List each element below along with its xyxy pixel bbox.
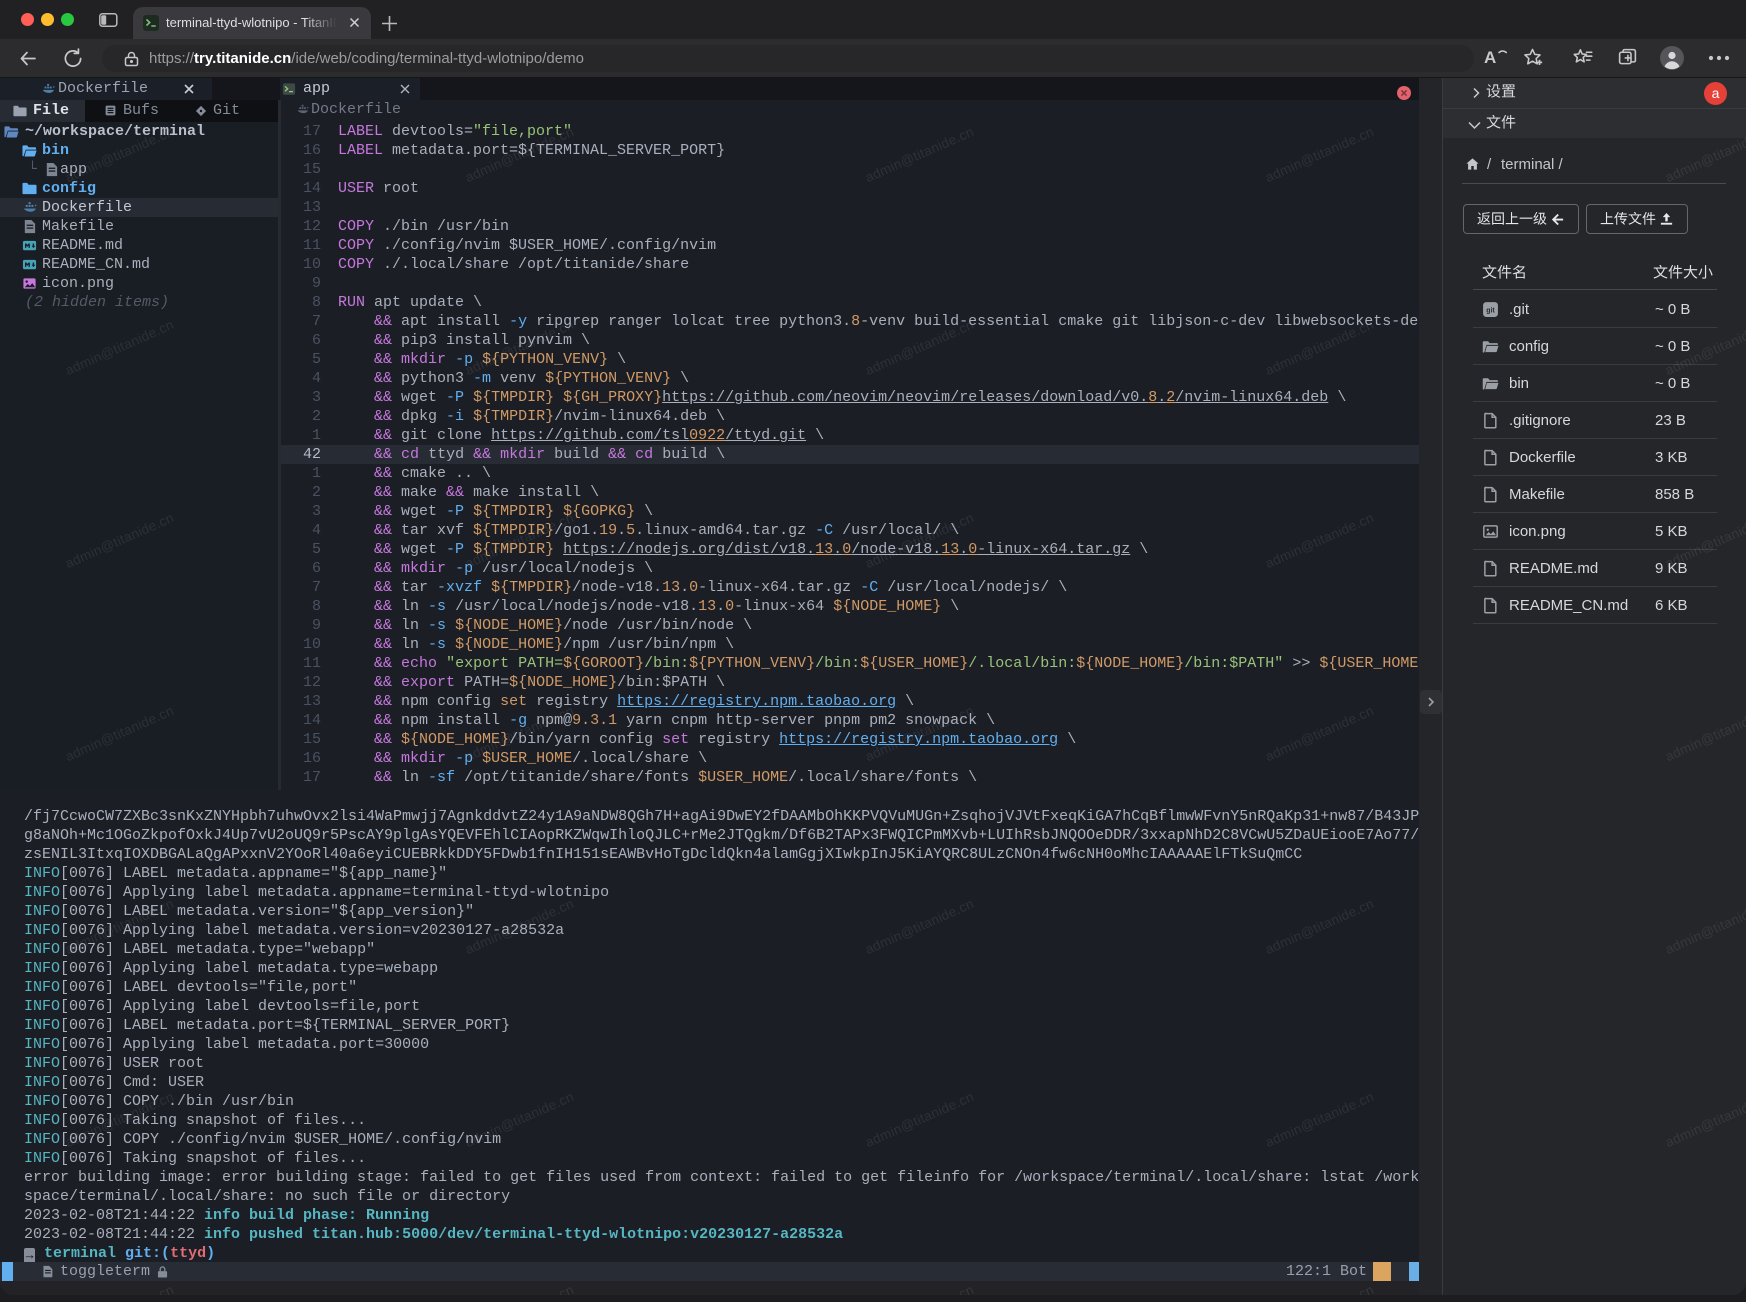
svg-text:A: A: [1484, 48, 1496, 67]
